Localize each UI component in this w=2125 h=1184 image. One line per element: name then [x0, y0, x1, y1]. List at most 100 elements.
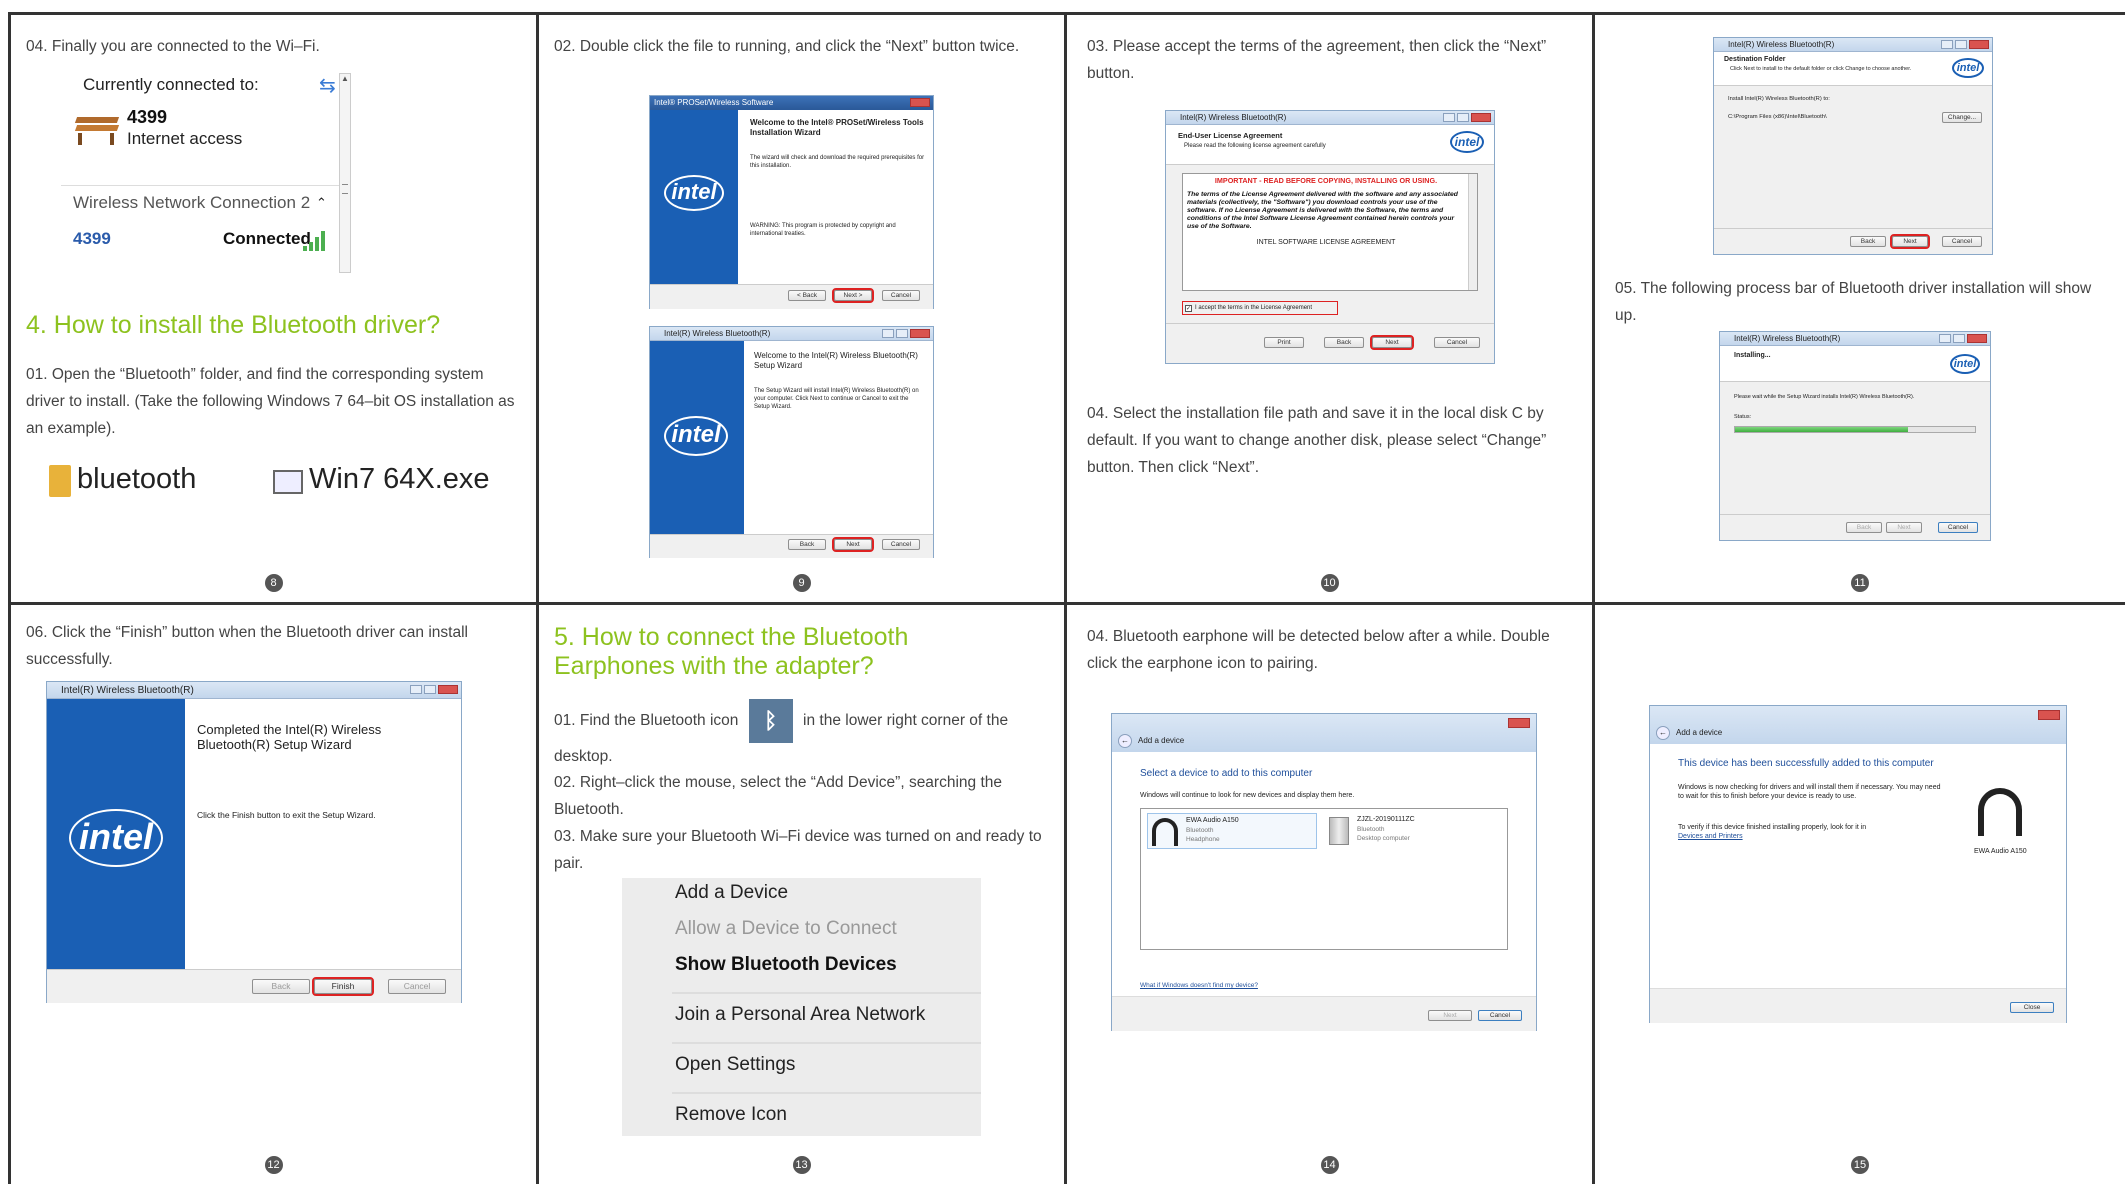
change-button[interactable]: Change...: [1942, 112, 1982, 123]
help-link[interactable]: What if Windows doesn't find my device?: [1140, 982, 1258, 989]
verify-text: To verify if this device finished instal…: [1678, 824, 1948, 841]
install-path: C:\Program Files (x86)\Intel\Bluetooth\: [1728, 114, 1827, 120]
close-icon[interactable]: [1969, 40, 1989, 49]
minimize-icon[interactable]: [410, 685, 422, 694]
menu-item-remove-icon[interactable]: Remove Icon: [675, 1102, 787, 1128]
folder-label[interactable]: bluetooth: [77, 463, 196, 496]
close-icon[interactable]: [438, 685, 458, 694]
computer-tower-icon: [1329, 817, 1349, 845]
finish-button[interactable]: Finish: [312, 977, 374, 996]
menu-item-allow-connect[interactable]: Allow a Device to Connect: [675, 916, 897, 942]
window-title: Intel(R) Wireless Bluetooth(R): [1180, 113, 1287, 122]
accept-label: I accept the terms in the License Agreem…: [1195, 305, 1313, 311]
menu-item-add-device[interactable]: Add a Device: [675, 880, 788, 906]
minimize-icon[interactable]: [1443, 113, 1455, 122]
title-bar: Intel(R) Wireless Bluetooth(R): [47, 682, 461, 699]
back-button[interactable]: < Back: [788, 290, 826, 301]
cancel-button[interactable]: Cancel: [388, 979, 446, 994]
installing-window: Intel(R) Wireless Bluetooth(R) Installin…: [1719, 331, 1991, 541]
device-name: EWA Audio A150: [1974, 848, 2027, 855]
step-text: 04. Finally you are connected to the Wi–…: [26, 38, 320, 55]
device-item-headphone[interactable]: EWA Audio A150 Bluetooth Headphone: [1147, 813, 1317, 849]
checkbox-checked-icon: ✓: [1185, 304, 1192, 312]
minimize-icon[interactable]: [1941, 40, 1953, 49]
next-button[interactable]: Next: [1370, 335, 1414, 350]
cancel-button[interactable]: Cancel: [1434, 337, 1480, 348]
connection-name[interactable]: 4399: [73, 229, 111, 249]
next-button[interactable]: Next: [832, 537, 874, 552]
page-number: 8: [264, 574, 283, 592]
wizard-body: Click the Finish button to exit the Setu…: [197, 810, 376, 820]
device-list: EWA Audio A150 Bluetooth Headphone ZJZL-…: [1140, 808, 1508, 950]
back-button[interactable]: Back: [252, 979, 310, 994]
back-arrow-icon[interactable]: ←: [1118, 734, 1132, 748]
cancel-button[interactable]: Cancel: [1942, 236, 1982, 247]
license-textbox[interactable]: IMPORTANT - READ BEFORE COPYING, INSTALL…: [1182, 173, 1478, 291]
cancel-button[interactable]: Cancel: [882, 290, 920, 301]
close-icon[interactable]: [1508, 718, 1530, 728]
maximize-icon[interactable]: [896, 329, 908, 338]
cancel-button[interactable]: Cancel: [1938, 522, 1978, 533]
device-item-computer[interactable]: ZJZL-20190111ZC Bluetooth Desktop comput…: [1325, 813, 1495, 849]
close-button[interactable]: Close: [2010, 1002, 2054, 1013]
minimize-icon[interactable]: [1939, 334, 1951, 343]
maximize-icon[interactable]: [1457, 113, 1469, 122]
chevron-up-icon[interactable]: ⌃: [316, 195, 327, 211]
back-button[interactable]: Back: [788, 539, 826, 550]
panel-8: 04. Finally you are connected to the Wi–…: [11, 15, 539, 605]
installer-window-bluetooth: Intel(R) Wireless Bluetooth(R) intel Wel…: [649, 326, 934, 558]
finish-window: Intel(R) Wireless Bluetooth(R) intel Com…: [46, 681, 462, 1003]
scrollbar[interactable]: ▲: [339, 73, 351, 273]
progress-fill: [1735, 427, 1908, 432]
signal-icon: [303, 227, 329, 251]
folder-icon[interactable]: [49, 465, 71, 497]
devices-printers-link[interactable]: Devices and Printers: [1678, 833, 1743, 840]
menu-item-show-devices[interactable]: Show Bluetooth Devices: [675, 952, 897, 978]
page-number: 15: [1851, 1156, 1869, 1174]
exe-file-icon[interactable]: [273, 470, 303, 494]
menu-item-join-pan[interactable]: Join a Personal Area Network: [675, 1002, 925, 1028]
wifi-popup: Currently connected to: ⇆ ▲ 4399 Interne…: [61, 63, 351, 273]
maximize-icon[interactable]: [1955, 40, 1967, 49]
page-number: 9: [792, 574, 811, 592]
minimize-icon[interactable]: [882, 329, 894, 338]
step-1-text-a: 01. Find the Bluetooth icon: [554, 712, 739, 730]
back-button[interactable]: Back: [1846, 522, 1882, 533]
title-bar: Intel(R) Wireless Bluetooth(R): [1166, 111, 1494, 125]
license-footer: INTEL SOFTWARE LICENSE AGREEMENT: [1256, 239, 1396, 246]
next-button[interactable]: Next: [1428, 1010, 1472, 1021]
close-icon[interactable]: [1471, 113, 1491, 122]
bluetooth-icon[interactable]: ᛒ: [748, 699, 793, 743]
cancel-button[interactable]: Cancel: [882, 539, 920, 550]
panel-9: 02. Double click the file to running, an…: [539, 15, 1067, 605]
close-icon[interactable]: [910, 98, 930, 107]
next-button[interactable]: Next >: [832, 288, 874, 303]
dialog-body: Windows is now checking for drivers and …: [1678, 784, 1941, 800]
maximize-icon[interactable]: [424, 685, 436, 694]
device-category: Headphone: [1186, 836, 1220, 843]
back-button[interactable]: Back: [1850, 236, 1886, 247]
menu-item-open-settings[interactable]: Open Settings: [675, 1052, 795, 1078]
wizard-body: The Setup Wizard will install Intel(R) W…: [754, 388, 919, 410]
panel-10: 03. Please accept the terms of the agree…: [1067, 15, 1595, 605]
close-icon[interactable]: [1967, 334, 1987, 343]
device-added-window: ← Add a device This device has been succ…: [1649, 705, 2067, 1023]
maximize-icon[interactable]: [1953, 334, 1965, 343]
next-button[interactable]: Next: [1890, 234, 1930, 249]
close-icon[interactable]: [910, 329, 930, 338]
cancel-button[interactable]: Cancel: [1478, 1010, 1522, 1021]
page-number: 13: [792, 1156, 811, 1174]
refresh-icon[interactable]: ⇆: [319, 73, 336, 98]
installing-body: Please wait while the Setup Wizard insta…: [1734, 394, 1915, 400]
status-label: Status:: [1734, 414, 1752, 420]
print-button[interactable]: Print: [1264, 337, 1304, 348]
back-button[interactable]: Back: [1324, 337, 1364, 348]
connection-status: Connected: [223, 229, 311, 248]
exe-label[interactable]: Win7 64X.exe: [309, 463, 490, 496]
back-arrow-icon[interactable]: ←: [1656, 726, 1670, 740]
close-icon[interactable]: [2038, 710, 2060, 720]
next-button[interactable]: Next: [1886, 522, 1922, 533]
accept-checkbox[interactable]: ✓ I accept the terms in the License Agre…: [1182, 301, 1338, 315]
panel-12: 06. Click the “Finish” button when the B…: [11, 605, 539, 1184]
window-title: Add a device: [1676, 728, 1723, 737]
